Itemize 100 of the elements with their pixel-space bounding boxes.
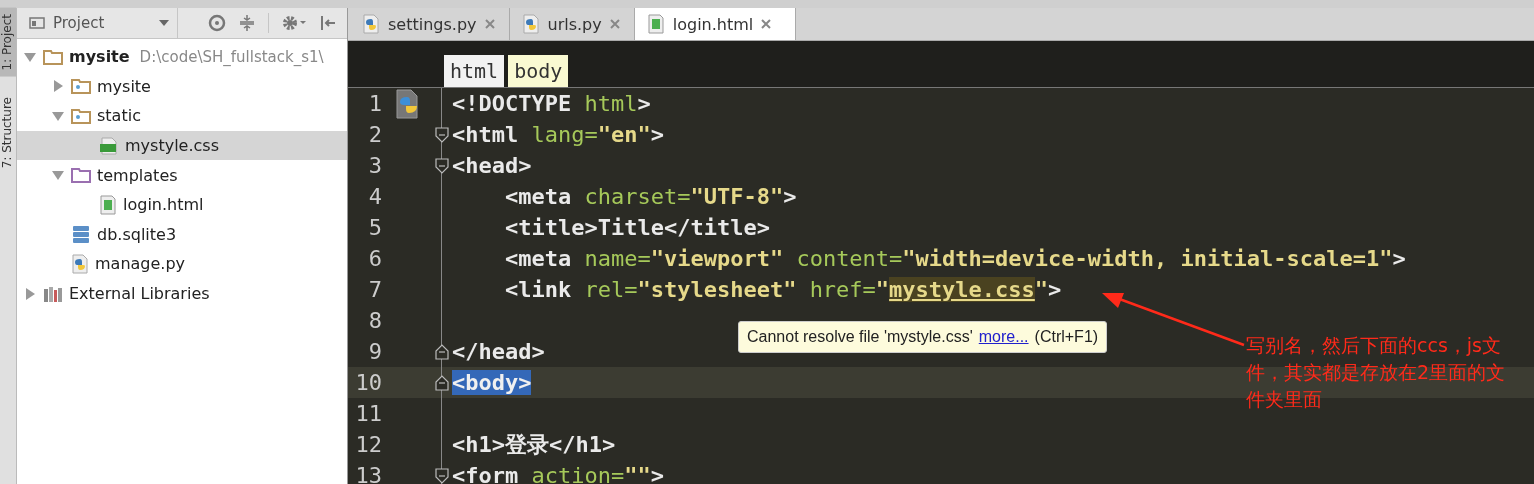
line-number: 13 (354, 463, 382, 484)
line-number: 1 (367, 91, 382, 116)
python-file-icon (71, 253, 89, 274)
code-token: content= (796, 246, 903, 271)
tree-row[interactable]: templates (17, 160, 347, 190)
project-path: D:\code\SH_fullstack_s1\ (139, 47, 324, 66)
code-token: <meta (503, 184, 573, 209)
python-file-icon[interactable] (395, 88, 421, 119)
tree-row[interactable]: static (17, 101, 347, 131)
code-token: "stylesheet" (637, 277, 798, 302)
annotation-text: 写别名，然后下面的ccs，js文件，其实都是存放在2里面的文件夹里面 (1246, 333, 1507, 412)
code-token: <link (503, 277, 573, 302)
folder-icon (71, 78, 91, 95)
code-token: "UTF-8" (690, 184, 784, 209)
shortcut-hint: (Ctrl+F1) (1034, 328, 1099, 346)
close-icon[interactable] (609, 19, 620, 29)
breadcrumb[interactable]: body (508, 55, 569, 87)
code-token: <body> (452, 370, 532, 395)
tree-row[interactable]: mystyle.css (17, 130, 347, 161)
code-token: charset= (584, 184, 691, 209)
code-token: mystyle.css (889, 277, 1035, 302)
expand-arrow-icon[interactable] (52, 169, 64, 182)
collapse-all-icon[interactable] (238, 14, 256, 32)
panel-icon (29, 16, 45, 30)
tree-row[interactable]: mysite D:\code\SH_fullstack_s1\ (17, 42, 347, 72)
tree-row[interactable]: db.sqlite3 (17, 219, 347, 250)
file-name: manage.py (95, 254, 186, 274)
fold-marker-icon[interactable] (435, 343, 449, 360)
code-token: <meta (503, 246, 573, 271)
line-number: 9 (367, 339, 382, 364)
file-name: db.sqlite3 (97, 224, 177, 244)
code-token: rel= (584, 277, 638, 302)
code-token: lang= (531, 122, 598, 147)
code-token: <html (452, 122, 520, 147)
code-token: > (783, 184, 797, 209)
tree-row[interactable]: mysite (17, 71, 347, 102)
line-number: 10 (354, 370, 382, 395)
html-file-icon (99, 194, 117, 215)
line-number: 6 (367, 246, 382, 271)
code-token: > (1048, 277, 1062, 302)
code-token: " (1034, 277, 1049, 302)
target-icon[interactable] (208, 14, 226, 32)
tooltip-message: Cannot resolve file 'mystyle.css' (747, 328, 973, 346)
code-token: Title (597, 215, 664, 240)
code-token: <h1> (452, 431, 505, 457)
code-token: > (637, 91, 651, 116)
code-token: href= (809, 277, 876, 302)
close-icon[interactable] (484, 19, 495, 29)
file-name: login.html (123, 195, 204, 215)
file-name: mystyle.css (125, 136, 219, 156)
tree-row[interactable]: External Libraries (17, 278, 347, 309)
line-number: 2 (367, 122, 382, 147)
code-token: <!DOCTYPE (452, 91, 573, 116)
expand-arrow-icon[interactable] (24, 287, 36, 300)
side-tab[interactable]: 1: Project (0, 8, 16, 77)
code-token: "viewport" (650, 246, 785, 271)
code-token: name= (584, 246, 651, 271)
more-link[interactable]: more... (978, 328, 1029, 346)
folder-icon (43, 48, 63, 65)
tab-label: login.html (672, 14, 754, 34)
tree-row[interactable]: manage.py (17, 249, 347, 279)
fold-marker-icon[interactable] (435, 126, 449, 143)
code-token: </title> (663, 215, 770, 240)
fold-marker-icon[interactable] (435, 467, 449, 484)
file-name: mysite (69, 47, 130, 67)
tree-row[interactable]: login.html (17, 189, 347, 220)
close-icon[interactable] (761, 19, 772, 29)
line-number: 12 (354, 432, 382, 457)
fold-marker-icon[interactable] (435, 157, 449, 174)
editor-tab[interactable]: urls.py (509, 8, 635, 40)
tab-label: settings.py (388, 14, 477, 34)
code-token: 登录 (505, 431, 549, 457)
editor-tab[interactable]: login.html (634, 8, 797, 40)
side-tab[interactable]: 7: Structure (0, 90, 16, 174)
expand-arrow-icon[interactable] (52, 110, 64, 122)
code-token: > (1392, 246, 1406, 271)
hide-panel-icon[interactable] (319, 14, 337, 32)
code-token: > (650, 122, 664, 147)
breadcrumb[interactable]: html (444, 55, 505, 87)
file-name: templates (97, 165, 178, 185)
expand-arrow-icon[interactable] (24, 50, 36, 63)
line-number: 8 (367, 308, 382, 333)
file-name: External Libraries (69, 284, 210, 304)
code-token: action= (531, 463, 625, 484)
settings-icon[interactable] (281, 14, 307, 32)
fold-marker-icon[interactable] (435, 374, 449, 391)
css-file-icon (99, 136, 119, 155)
expand-arrow-icon[interactable] (52, 80, 64, 93)
line-number: 4 (367, 184, 382, 209)
code-token: "" (624, 463, 651, 484)
line-number: 5 (367, 215, 382, 240)
line-number: 7 (367, 277, 382, 302)
library-icon (43, 284, 63, 303)
file-name: mysite (97, 76, 151, 96)
editor-tab[interactable]: settings.py (350, 8, 510, 40)
code-token: </head> (452, 339, 545, 364)
line-number: 3 (367, 153, 382, 178)
code-token: " (875, 277, 890, 302)
code-token: <title> (503, 215, 598, 240)
code-token: </h1> (549, 431, 616, 457)
